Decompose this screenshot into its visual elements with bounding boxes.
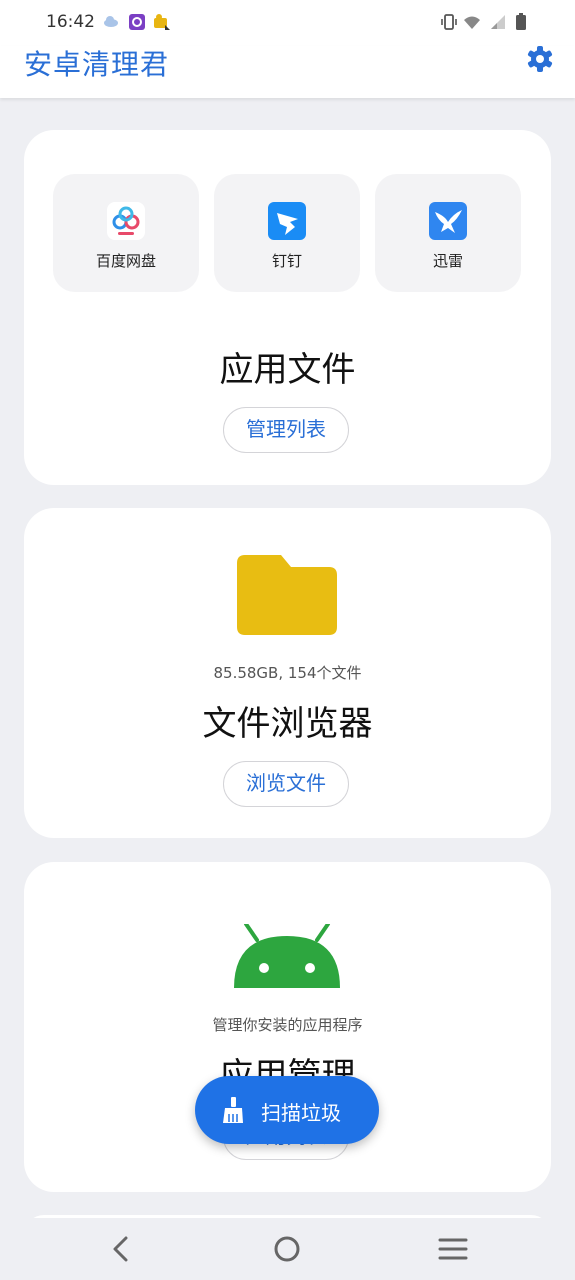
app-tile-label: 百度网盘: [95, 252, 156, 270]
status-time: 16:42: [46, 12, 95, 32]
app-tile-dingtalk[interactable]: 钉钉: [214, 174, 360, 292]
gear-icon: [527, 46, 553, 72]
card-subtitle: 管理你安装的应用程序: [212, 1016, 363, 1034]
settings-button[interactable]: [524, 43, 556, 75]
app-tile-baidu-netdisk[interactable]: 百度网盘: [53, 174, 199, 292]
broom-icon: [223, 1097, 243, 1123]
home-icon[interactable]: [272, 1234, 302, 1264]
app-tile-xunlei[interactable]: 迅雷: [375, 174, 521, 292]
card-title: 文件浏览器: [202, 704, 373, 744]
fab-label: 扫描垃圾: [261, 1101, 341, 1125]
cloud-icon: [104, 16, 118, 27]
file-browser-card: 85.58GB, 154个文件 文件浏览器 浏览文件: [24, 508, 551, 838]
app-title: 安卓清理君: [24, 48, 170, 81]
wifi-icon: [464, 16, 480, 29]
app-files-card: 百度网盘 钉钉 迅雷 应用文件 管理列表: [24, 130, 551, 485]
vibrate-icon: [441, 14, 457, 30]
browse-files-button[interactable]: 浏览文件: [223, 761, 349, 807]
game-notification-icon: [154, 14, 170, 30]
android-icon: [234, 924, 340, 988]
dingtalk-icon: [268, 202, 306, 240]
file-summary: 85.58GB, 154个文件: [213, 664, 362, 682]
manage-list-button[interactable]: 管理列表: [223, 407, 349, 453]
folder-icon: [237, 555, 337, 635]
card-title: 应用文件: [219, 350, 356, 390]
navigation-bar: [0, 1218, 575, 1280]
menu-icon[interactable]: [438, 1234, 468, 1264]
app-tile-label: 钉钉: [271, 252, 302, 270]
app-notification-icon: [129, 14, 145, 30]
battery-icon: [516, 13, 526, 30]
status-bar: 16:42: [0, 0, 575, 46]
app-bar: 安卓清理君: [0, 46, 575, 98]
baidu-netdisk-icon: [107, 202, 145, 240]
app-tile-label: 迅雷: [432, 252, 463, 270]
xunlei-icon: [429, 202, 467, 240]
back-icon[interactable]: [106, 1234, 136, 1264]
scan-junk-button[interactable]: 扫描垃圾: [195, 1076, 379, 1144]
signal-icon: [491, 15, 505, 29]
